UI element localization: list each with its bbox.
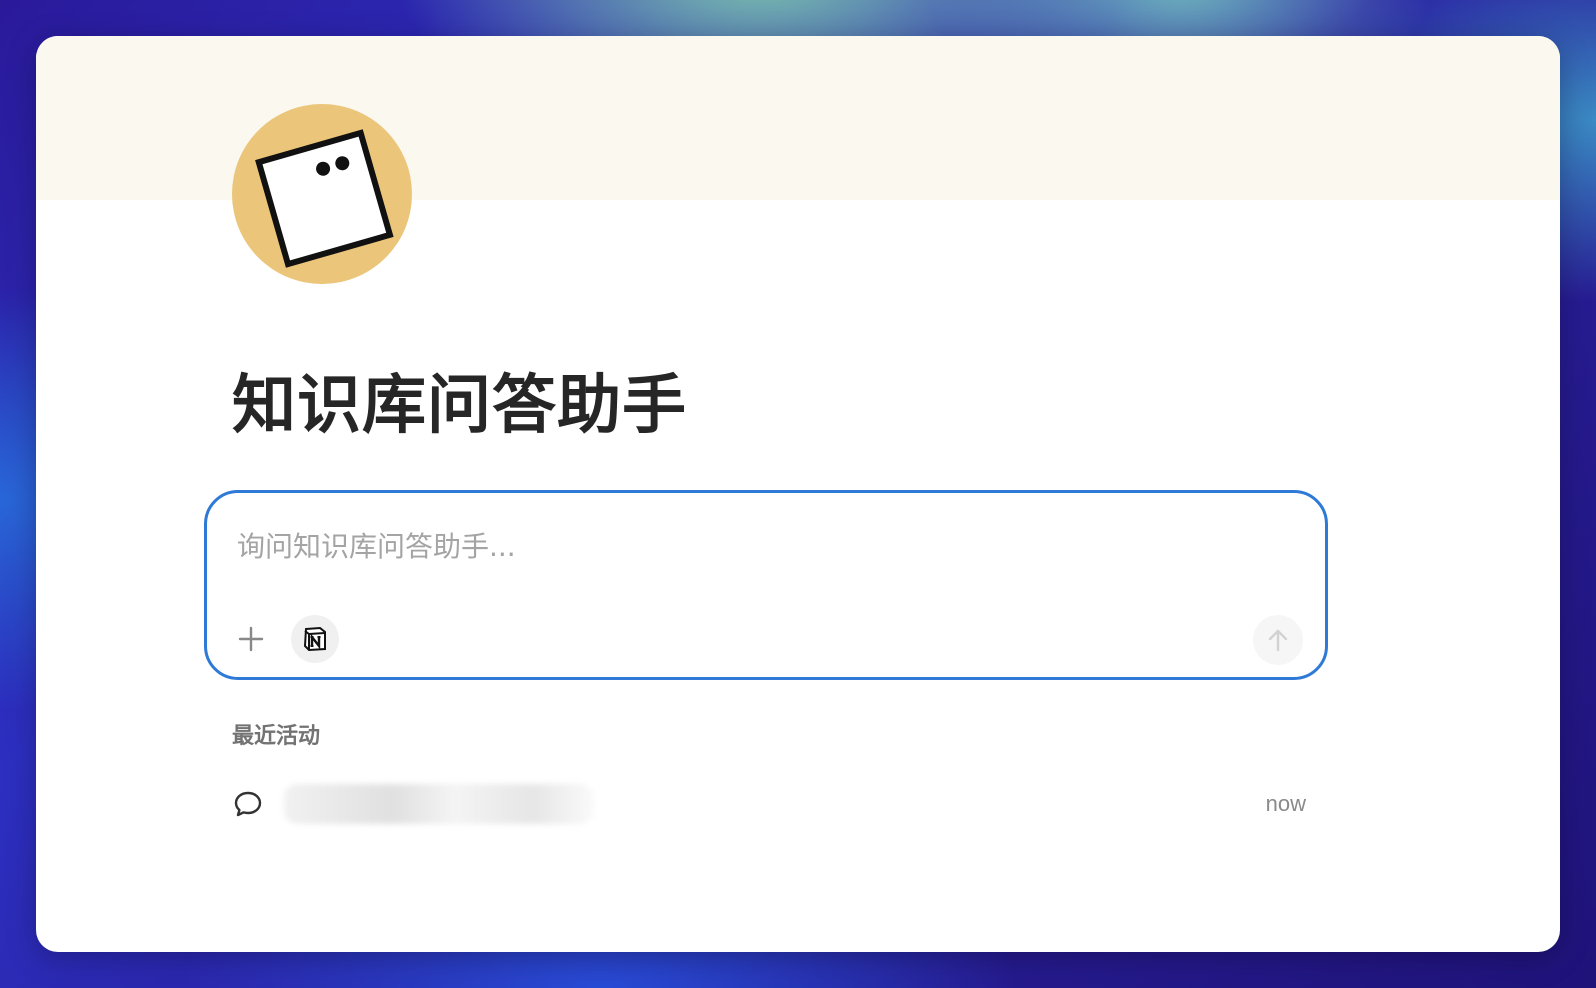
activity-title [284, 784, 594, 824]
add-attachment-button[interactable] [233, 621, 269, 657]
chat-input[interactable] [235, 515, 1239, 577]
notion-source-button[interactable] [291, 615, 339, 663]
notion-icon [303, 626, 326, 652]
page-title: 知识库问答助手 [232, 369, 687, 443]
plus-icon [238, 626, 264, 652]
recent-activity-item[interactable]: now [226, 778, 1306, 830]
arrow-up-icon [1268, 629, 1288, 652]
square-face-icon [232, 104, 412, 284]
send-button[interactable] [1253, 615, 1303, 665]
activity-timestamp: now [1265, 791, 1306, 816]
agent-card: 知识库问答助手 最近活动 [36, 36, 1560, 952]
chat-composer [204, 490, 1328, 680]
chat-bubble-icon [230, 786, 266, 822]
recent-activity-heading: 最近活动 [232, 724, 321, 749]
